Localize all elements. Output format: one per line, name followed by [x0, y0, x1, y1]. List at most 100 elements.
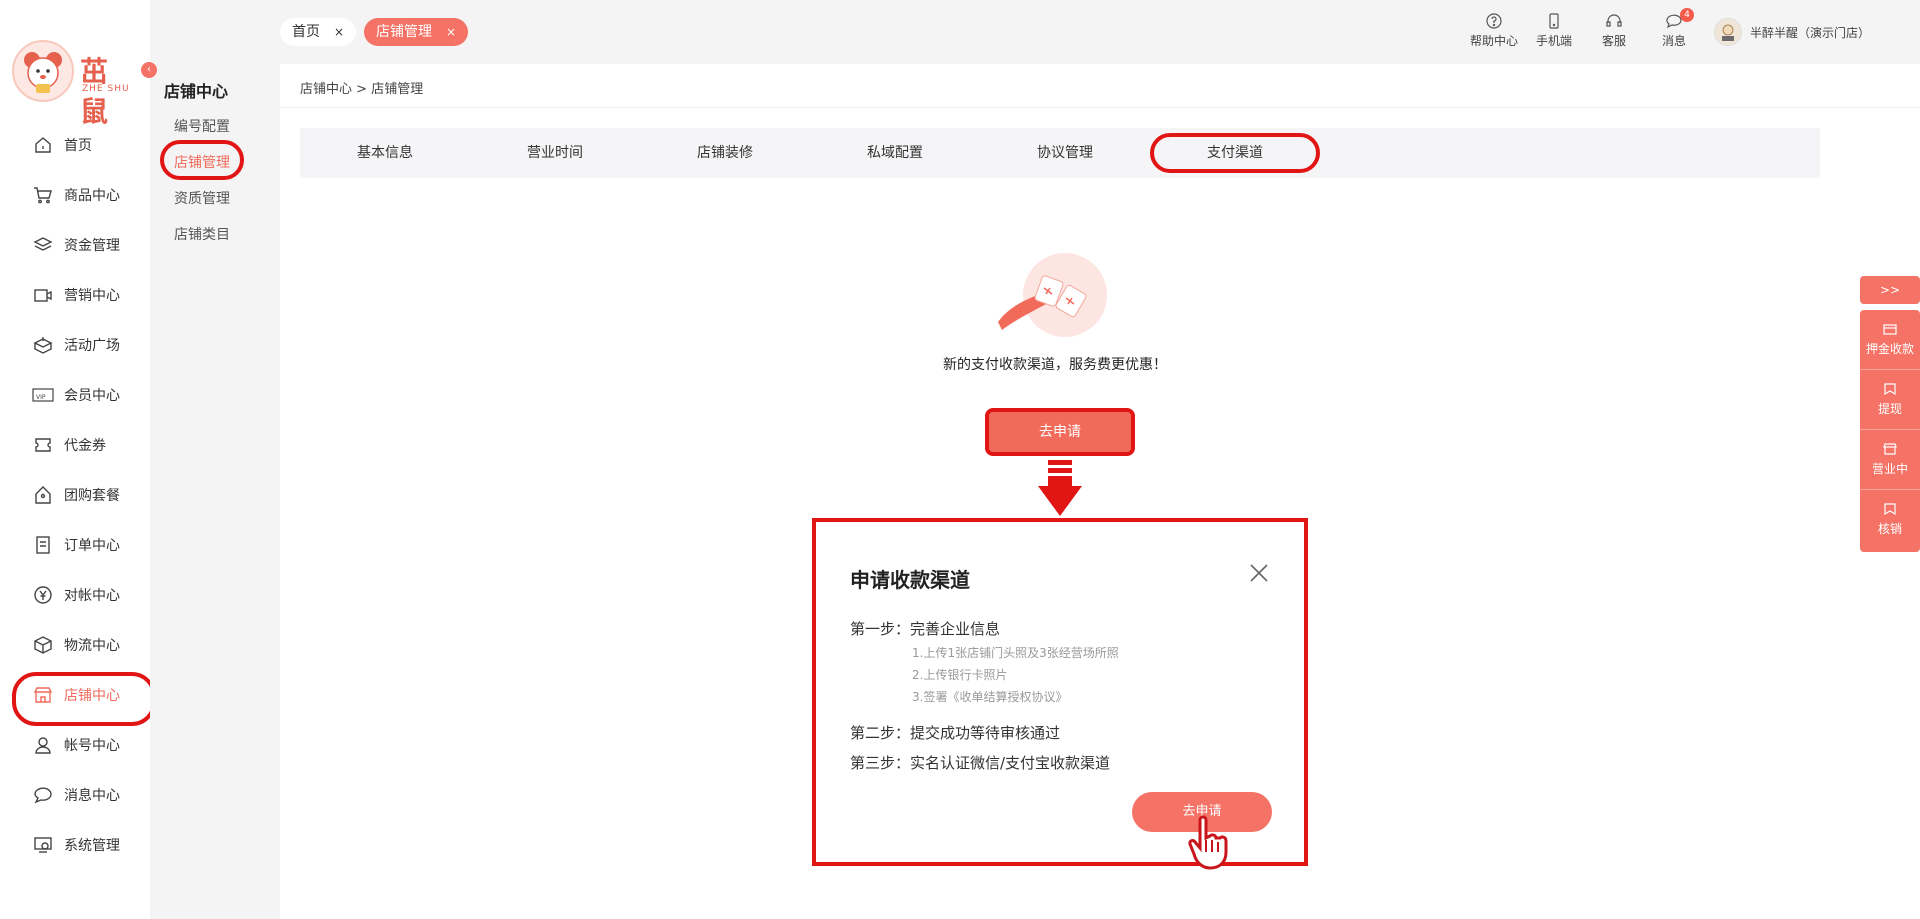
float-item-deposit[interactable]: 押金收款 — [1860, 310, 1920, 370]
sidebar-item-system[interactable]: 系统管理 — [0, 820, 150, 870]
sidebar-item-label: 商品中心 — [64, 188, 120, 204]
dialog-title: 申请收款渠道 — [850, 568, 970, 592]
sidebar-item-label: 物流中心 — [64, 638, 120, 654]
step-three: 第三步：实名认证微信/支付宝收款渠道 — [850, 754, 1111, 772]
messages-button[interactable]: 4 消息 — [1644, 8, 1704, 49]
main-sidebar: 茁鼠 ZHE SHU 首页 商品中心 资金管理 营销中心 活动广场 VIP 会员… — [0, 0, 156, 919]
sidebar-item-label: 活动广场 — [64, 338, 120, 354]
sub-item-store-management[interactable]: 店铺管理 — [174, 152, 230, 172]
user-menu[interactable]: 半醉半醒（演示门店） — [1713, 12, 1870, 52]
top-toolbar: 帮助中心 手机端 客服 4 消息 半醉半醒（演示门店） — [1464, 8, 1870, 56]
tab-home[interactable]: 首页 × — [280, 18, 357, 46]
sidebar-item-label: 帐号中心 — [64, 738, 120, 754]
float-panel-toggle[interactable]: >> — [1860, 276, 1920, 304]
breadcrumb-current: 店铺管理 — [371, 82, 424, 97]
help-icon — [1486, 13, 1502, 29]
messages-label: 消息 — [1661, 34, 1686, 48]
sub-item-store-category[interactable]: 店铺类目 — [174, 224, 230, 244]
customer-service-label: 客服 — [1601, 34, 1626, 48]
breadcrumb-root[interactable]: 店铺中心 — [300, 82, 352, 97]
tab-private-domain[interactable]: 私域配置 — [810, 128, 980, 178]
tab-store-management[interactable]: 店铺管理 × — [364, 18, 469, 46]
float-item-open[interactable]: 营业中 — [1860, 430, 1920, 490]
sidebar-item-label: 会员中心 — [64, 388, 120, 404]
sub-item-number-config[interactable]: 编号配置 — [174, 116, 230, 136]
chat-icon — [32, 784, 54, 806]
avatar — [1713, 18, 1742, 46]
sidebar-item-home[interactable]: 首页 — [0, 120, 150, 170]
camera-icon — [32, 284, 54, 306]
store-icon — [32, 684, 54, 706]
verify-icon — [1884, 503, 1896, 516]
promo-message: 新的支付收款渠道，服务费更优惠！ — [943, 357, 1167, 373]
sidebar-item-logistics[interactable]: 物流中心 — [0, 620, 150, 670]
sidebar-item-store-center[interactable]: 店铺中心 — [0, 670, 156, 726]
sidebar-item-label: 订单中心 — [64, 538, 120, 554]
tab-store-decoration[interactable]: 店铺装修 — [640, 128, 810, 178]
tag-icon — [32, 484, 54, 506]
package-icon — [32, 634, 54, 656]
sidebar-item-products[interactable]: 商品中心 — [0, 170, 150, 220]
phone-icon — [1549, 13, 1559, 29]
sidebar-item-vouchers[interactable]: 代金券 — [0, 420, 150, 470]
sidebar-item-label: 店铺中心 — [64, 688, 120, 704]
close-icon[interactable] — [1248, 562, 1270, 584]
breadcrumb: 店铺中心 > 店铺管理 — [300, 78, 423, 97]
customer-service-button[interactable]: 客服 — [1584, 12, 1644, 49]
sidebar-item-messages[interactable]: 消息中心 — [0, 770, 150, 820]
float-item-label: 提现 — [1877, 402, 1902, 416]
sidebar-item-label: 代金券 — [64, 438, 106, 454]
home-icon — [32, 134, 54, 156]
tab-business-hours[interactable]: 营业时间 — [470, 128, 640, 178]
brand-logo[interactable]: 茁鼠 ZHE SHU — [12, 40, 132, 128]
step-two: 第二步：提交成功等待审核通过 — [850, 724, 1061, 742]
layers-icon — [32, 234, 54, 256]
help-center-label: 帮助中心 — [1469, 34, 1518, 48]
document-icon — [32, 534, 54, 556]
float-item-label: 核销 — [1877, 522, 1902, 536]
ticket-icon — [32, 434, 54, 456]
apply-button[interactable]: 去申请 — [985, 408, 1135, 456]
headset-icon — [1606, 14, 1622, 27]
svg-text:VIP: VIP — [36, 394, 46, 401]
sidebar-item-marketing[interactable]: 营销中心 — [0, 270, 150, 320]
breadcrumb-separator: > — [356, 82, 368, 97]
help-center-button[interactable]: 帮助中心 — [1464, 12, 1524, 49]
payment-illustration-icon — [998, 253, 1107, 337]
sub-item-qualifications[interactable]: 资质管理 — [174, 188, 230, 208]
breadcrumb-bar — [280, 64, 1920, 108]
float-item-verify[interactable]: 核销 — [1860, 490, 1920, 550]
top-bar: 首页 × 店铺管理 × 帮助中心 手机端 客服 4 消息 半醉半醒（演示门店） — [280, 0, 1920, 64]
step-one-item: 1.上传1张店铺门头照及3张经营场所照 — [912, 646, 1119, 660]
tab-close-icon[interactable]: × — [334, 18, 344, 46]
tab-agreements[interactable]: 协议管理 — [980, 128, 1150, 178]
collapse-sidebar-button[interactable]: ‹ — [141, 62, 157, 78]
sidebar-item-activities[interactable]: 活动广场 — [0, 320, 150, 370]
sidebar-item-label: 营销中心 — [64, 288, 120, 304]
mascot-logo-icon — [12, 40, 74, 102]
user-icon — [32, 734, 54, 756]
tab-close-icon[interactable]: × — [446, 18, 456, 46]
cart-icon — [32, 184, 54, 206]
sidebar-item-accounts[interactable]: 帐号中心 — [0, 720, 150, 770]
sidebar-item-funds[interactable]: 资金管理 — [0, 220, 150, 270]
sidebar-item-label: 对帐中心 — [64, 588, 120, 604]
monitor-gear-icon — [32, 834, 54, 856]
sidebar-item-reconciliation[interactable]: 对帐中心 — [0, 570, 150, 620]
vip-card-icon: VIP — [32, 384, 54, 406]
arrow-down-icon — [1038, 460, 1082, 516]
mobile-button[interactable]: 手机端 — [1524, 12, 1584, 49]
sidebar-item-members[interactable]: VIP 会员中心 — [0, 370, 150, 420]
box-open-icon — [32, 334, 54, 356]
tab-payment-channels[interactable]: 支付渠道 — [1150, 128, 1320, 178]
float-item-label: 营业中 — [1871, 462, 1908, 476]
sidebar-item-orders[interactable]: 订单中心 — [0, 520, 150, 570]
tab-basic-info[interactable]: 基本信息 — [300, 128, 470, 178]
step-one-item: 2.上传银行卡照片 — [912, 668, 1008, 682]
sidebar-item-label: 消息中心 — [64, 788, 120, 804]
float-item-withdraw[interactable]: 提现 — [1860, 370, 1920, 430]
sidebar-item-label: 团购套餐 — [64, 488, 120, 504]
sidebar-item-label: 资金管理 — [64, 238, 120, 254]
step-one: 第一步：完善企业信息 — [850, 620, 1001, 638]
sidebar-item-group-buy[interactable]: 团购套餐 — [0, 470, 150, 520]
